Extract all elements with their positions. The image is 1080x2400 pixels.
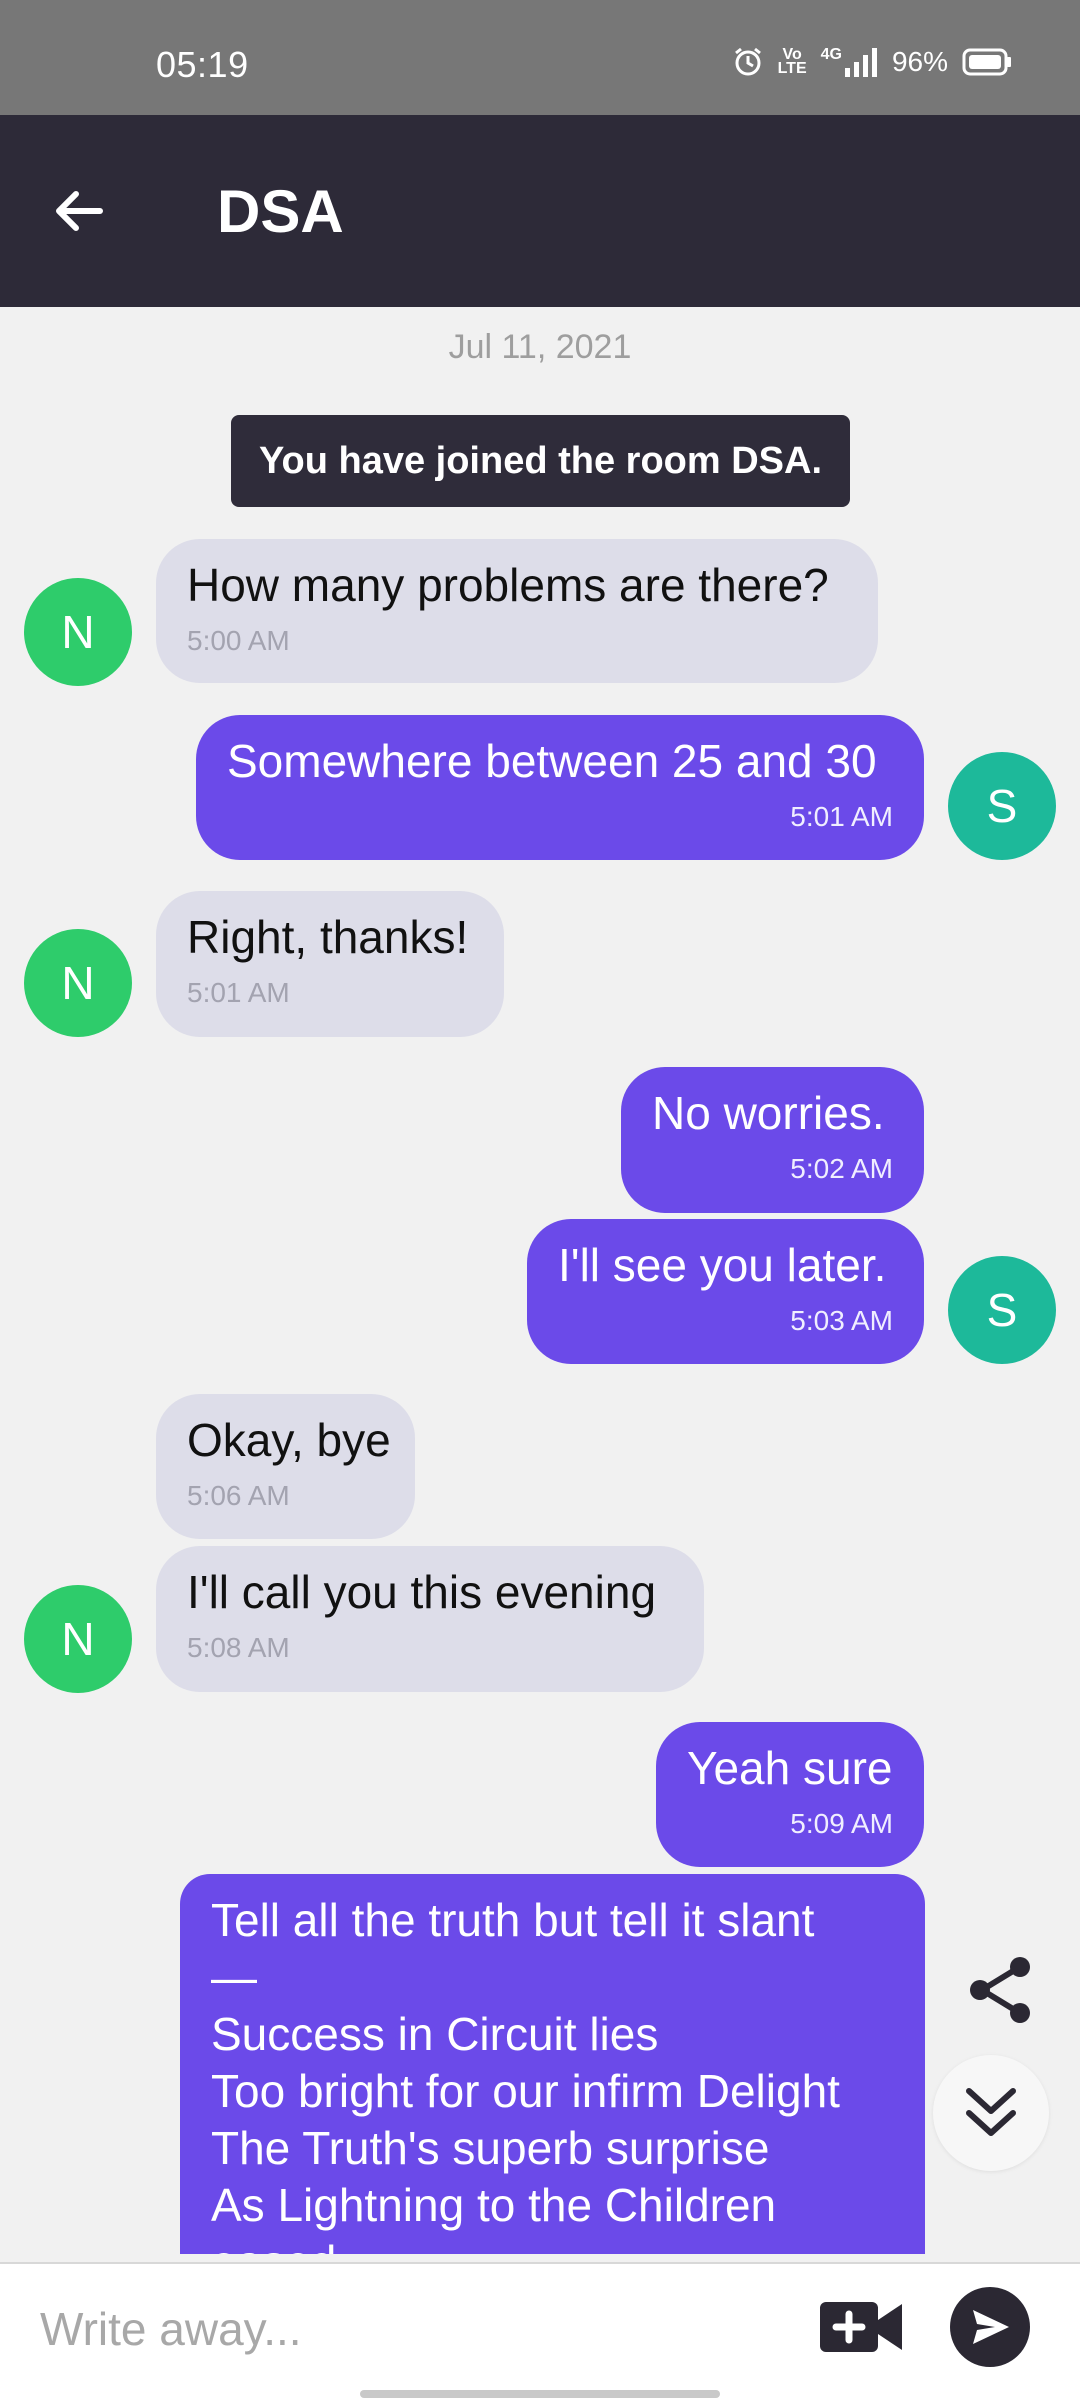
share-icon — [970, 1957, 1030, 2023]
alarm-icon — [732, 46, 764, 78]
poem-line: Success in Circuit lies — [211, 2008, 659, 2060]
message-text: Somewhere between 25 and 30 — [227, 735, 877, 787]
date-separator: Jul 11, 2021 — [448, 328, 632, 366]
message-bubble-incoming[interactable]: How many problems are there? 5:00 AM — [156, 539, 878, 683]
message-time: 5:09 AM — [790, 1808, 893, 1839]
video-call-button[interactable] — [818, 2290, 904, 2364]
battery-icon — [962, 48, 1012, 76]
system-message: You have joined the room DSA. — [231, 415, 850, 507]
message-bubble-incoming[interactable]: Okay, bye 5:06 AM — [156, 1394, 415, 1539]
back-button[interactable] — [38, 171, 118, 251]
room-title: DSA — [217, 178, 344, 245]
poem-line: The Truth's superb surprise — [211, 2122, 770, 2174]
avatar[interactable]: S — [948, 752, 1056, 860]
message-time: 5:02 AM — [790, 1153, 893, 1184]
status-icons: Vo LTE 4G 96% — [732, 46, 1012, 78]
avatar[interactable]: S — [948, 1256, 1056, 1364]
message-text: Right, thanks! — [187, 911, 469, 963]
avatar[interactable]: N — [24, 578, 132, 686]
video-add-icon — [820, 2302, 902, 2352]
send-button[interactable] — [950, 2287, 1030, 2367]
message-bubble-outgoing[interactable]: No worries. 5:02 AM — [621, 1067, 924, 1213]
poem-line: eased — [211, 2234, 894, 2254]
message-text: How many problems are there? — [187, 559, 829, 611]
avatar[interactable]: N — [24, 1585, 132, 1693]
avatar[interactable]: N — [24, 929, 132, 1037]
message-bubble-outgoing[interactable]: Somewhere between 25 and 30 5:01 AM — [196, 715, 924, 860]
message-time: 5:08 AM — [187, 1632, 290, 1663]
message-bubble-outgoing[interactable]: I'll see you later. 5:03 AM — [527, 1219, 924, 1364]
share-button[interactable] — [960, 1950, 1040, 2030]
signal-icon: 4G — [821, 46, 878, 78]
message-time: 5:01 AM — [790, 801, 893, 832]
message-time: 5:00 AM — [187, 625, 290, 656]
home-indicator[interactable] — [360, 2390, 720, 2398]
poem-line: Tell all the truth but tell it slant — [211, 1894, 815, 1946]
poem-line: Too bright for our infirm Delight — [211, 2065, 840, 2117]
message-time: 5:01 AM — [187, 977, 290, 1008]
message-bubble-outgoing[interactable]: Yeah sure 5:09 AM — [656, 1722, 924, 1867]
message-time: 5:03 AM — [790, 1305, 893, 1336]
status-time: 05:19 — [156, 44, 249, 85]
message-time: 5:06 AM — [187, 1480, 290, 1511]
message-text: Okay, bye — [187, 1414, 391, 1466]
message-text: I'll see you later. — [558, 1239, 887, 1291]
network-type-label: 4G — [820, 46, 842, 63]
arrow-left-icon — [56, 191, 103, 231]
battery-percent: 96% — [891, 46, 948, 77]
message-text: Yeah sure — [687, 1742, 893, 1794]
send-icon — [973, 2310, 1009, 2344]
app-bar — [0, 115, 1080, 307]
message-text: I'll call you this evening — [187, 1566, 657, 1618]
message-input[interactable] — [38, 2290, 802, 2368]
poem-line: As Lightning to the Children — [211, 2179, 777, 2231]
volte-icon: Vo LTE — [777, 47, 807, 77]
message-bubble-outgoing[interactable]: Tell all the truth but tell it slant — S… — [180, 1874, 925, 2254]
double-chevron-down-icon — [966, 2088, 1016, 2136]
message-bubble-incoming[interactable]: I'll call you this evening 5:08 AM — [156, 1546, 704, 1692]
volte-bottom-label: LTE — [777, 60, 807, 77]
message-text: No worries. — [652, 1087, 885, 1139]
poem-line: — — [211, 1951, 257, 2003]
message-bubble-incoming[interactable]: Right, thanks! 5:01 AM — [156, 891, 504, 1037]
scroll-to-bottom-button[interactable] — [933, 2055, 1049, 2171]
